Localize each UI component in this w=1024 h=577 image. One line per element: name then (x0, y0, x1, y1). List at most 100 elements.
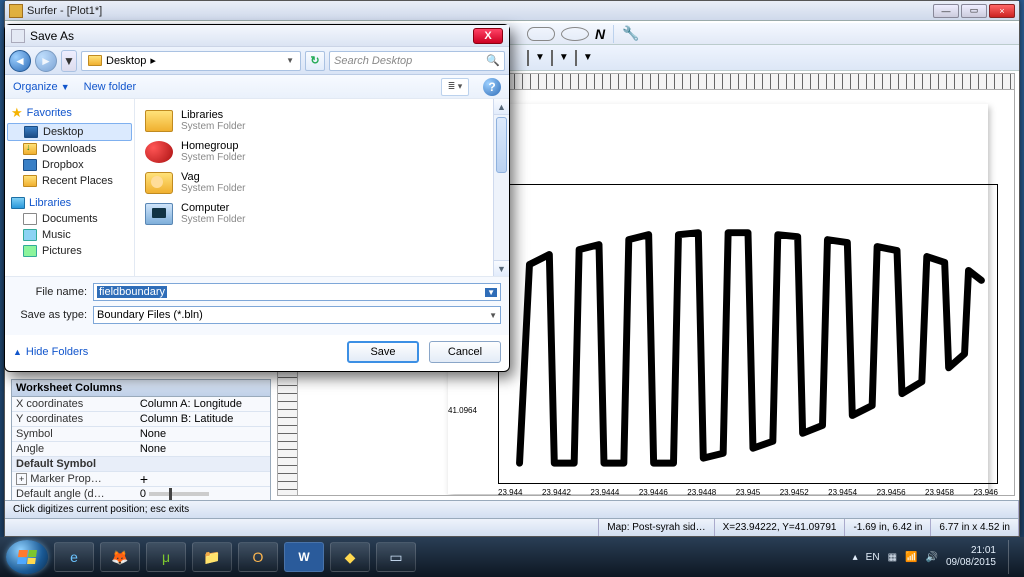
dropbox-icon (23, 159, 37, 171)
save-as-dialog: Save As X ◄ ► ▼ Desktop ▸ ▼ ↻ Search Des… (4, 24, 510, 372)
taskbar-explorer[interactable]: 📁 (192, 542, 232, 572)
prop-row[interactable]: +Marker Prop…+ (12, 472, 270, 487)
tray-clock[interactable]: 21:01 09/08/2015 (946, 545, 996, 569)
breadcrumb[interactable]: Desktop ▸ ▼ (81, 51, 301, 71)
file-list[interactable]: LibrariesSystem Folder HomegroupSystem F… (135, 99, 493, 276)
dialog-close-button[interactable]: X (473, 28, 503, 44)
computer-icon (145, 203, 173, 225)
save-button[interactable]: Save (347, 341, 419, 363)
history-button[interactable]: ▼ (61, 50, 77, 72)
user-folder-icon (145, 172, 173, 194)
properties-section2: Default Symbol (12, 457, 270, 472)
nav-item-music[interactable]: Music (7, 227, 132, 243)
scroll-thumb[interactable] (496, 117, 507, 173)
filetype-field[interactable]: Boundary Files (*.bln)▼ (93, 306, 501, 324)
nav-item-pictures[interactable]: Pictures (7, 243, 132, 259)
app-titlebar: Surfer - [Plot1*] — ▭ × (5, 1, 1019, 21)
status-xy: X=23.94222, Y=41.09791 (715, 519, 846, 536)
filename-field[interactable]: fieldboundary▼ (93, 283, 501, 301)
rounded-rect-tool[interactable] (527, 27, 555, 41)
recent-icon (23, 175, 37, 187)
help-button[interactable]: ? (483, 78, 501, 96)
scroll-down[interactable]: ▼ (494, 260, 509, 276)
stroke-swatch[interactable] (527, 50, 529, 66)
spline-tool[interactable]: N (595, 26, 605, 42)
tray-volume-icon[interactable]: 🔊 (925, 552, 937, 563)
nav-item-recent[interactable]: Recent Places (7, 173, 132, 189)
search-icon: 🔍 (486, 54, 500, 67)
forward-button[interactable]: ► (35, 50, 57, 72)
cancel-button[interactable]: Cancel (429, 341, 501, 363)
prop-row[interactable]: SymbolNone (12, 427, 270, 442)
downloads-icon (23, 143, 37, 155)
tray-flag-icon[interactable]: ▦ (888, 552, 897, 563)
prop-row[interactable]: AngleNone (12, 442, 270, 457)
file-scrollbar[interactable]: ▲ ▼ (493, 99, 509, 276)
nav-item-downloads[interactable]: Downloads (7, 141, 132, 157)
homegroup-icon (145, 141, 173, 163)
maximize-button[interactable]: ▭ (961, 4, 987, 18)
hide-folders-toggle[interactable]: ▲Hide Folders (13, 346, 88, 358)
y-axis-label: 41.0964 (448, 406, 477, 415)
ellipse-tool[interactable] (561, 27, 589, 41)
filetype-label: Save as type: (13, 309, 87, 321)
prop-row[interactable]: Y coordinatesColumn B: Latitude (12, 412, 270, 427)
nav-item-documents[interactable]: Documents (7, 211, 132, 227)
organize-menu[interactable]: Organize ▼ (13, 81, 70, 93)
taskbar-ie[interactable]: e (54, 542, 94, 572)
plot-frame (498, 184, 998, 484)
refresh-button[interactable]: ↻ (305, 51, 325, 71)
scroll-up[interactable]: ▲ (494, 99, 509, 115)
close-button[interactable]: × (989, 4, 1015, 18)
tray-network-icon[interactable]: 📶 (905, 552, 917, 563)
status-map: Map: Post-syrah sid… (599, 519, 714, 536)
taskbar-window[interactable]: ▭ (376, 542, 416, 572)
nav-favorites[interactable]: ★Favorites (7, 103, 132, 123)
tray-lang[interactable]: EN (866, 552, 880, 563)
app-icon (9, 4, 23, 18)
file-item-user[interactable]: VagSystem Folder (143, 167, 485, 198)
nav-libraries[interactable]: Libraries (7, 195, 132, 211)
taskbar-surfer[interactable]: ◆ (330, 542, 370, 572)
properties-section1: Worksheet Columns (12, 380, 270, 397)
music-icon (23, 229, 37, 241)
file-item-homegroup[interactable]: HomegroupSystem Folder (143, 136, 485, 167)
file-item-libraries[interactable]: LibrariesSystem Folder (143, 105, 485, 136)
status-hint: Click digitizes current position; esc ex… (5, 500, 1019, 518)
prop-row[interactable]: X coordinatesColumn A: Longitude (12, 397, 270, 412)
folder-icon (88, 55, 102, 66)
star-icon: ★ (11, 105, 23, 121)
new-folder-button[interactable]: New folder (84, 81, 137, 93)
desktop-icon (24, 126, 38, 138)
pictures-icon (23, 245, 37, 257)
nav-item-dropbox[interactable]: Dropbox (7, 157, 132, 173)
status-pos: -1.69 in, 6.42 in (845, 519, 931, 536)
libraries-folder-icon (145, 110, 173, 132)
status-coords: Map: Post-syrah sid… X=23.94222, Y=41.09… (5, 518, 1019, 536)
show-desktop-button[interactable] (1008, 540, 1018, 574)
taskbar-firefox[interactable]: 🦊 (100, 542, 140, 572)
search-input[interactable]: Search Desktop 🔍 (329, 51, 505, 71)
dialog-title: Save As (30, 29, 74, 43)
back-button[interactable]: ◄ (9, 50, 31, 72)
documents-icon (23, 213, 37, 225)
nav-pane: ★Favorites Desktop Downloads Dropbox Rec… (5, 99, 135, 276)
tray-expand[interactable]: ▴ (853, 552, 858, 563)
view-mode-button[interactable]: ≣ ▾ (441, 78, 469, 96)
nav-item-desktop[interactable]: Desktop (7, 123, 132, 141)
taskbar-word[interactable]: W (284, 542, 324, 572)
system-tray: ▴ EN ▦ 📶 🔊 21:01 09/08/2015 (853, 540, 1018, 574)
status-size: 6.77 in x 4.52 in (931, 519, 1019, 536)
alt-swatch[interactable] (575, 50, 577, 66)
app-title: Surfer - [Plot1*] (27, 5, 102, 17)
taskbar-utorrent[interactable]: μ (146, 542, 186, 572)
filename-label: File name: (13, 286, 87, 298)
minimize-button[interactable]: — (933, 4, 959, 18)
fill-swatch[interactable] (551, 50, 553, 66)
x-axis-ticks: 23.94423.944223.944423.944623.944823.945… (498, 488, 998, 496)
libraries-icon (11, 197, 25, 209)
start-button[interactable] (6, 540, 48, 574)
taskbar-outlook[interactable]: O (238, 542, 278, 572)
wrench-icon[interactable]: 🔧 (622, 25, 639, 42)
file-item-computer[interactable]: ComputerSystem Folder (143, 198, 485, 229)
